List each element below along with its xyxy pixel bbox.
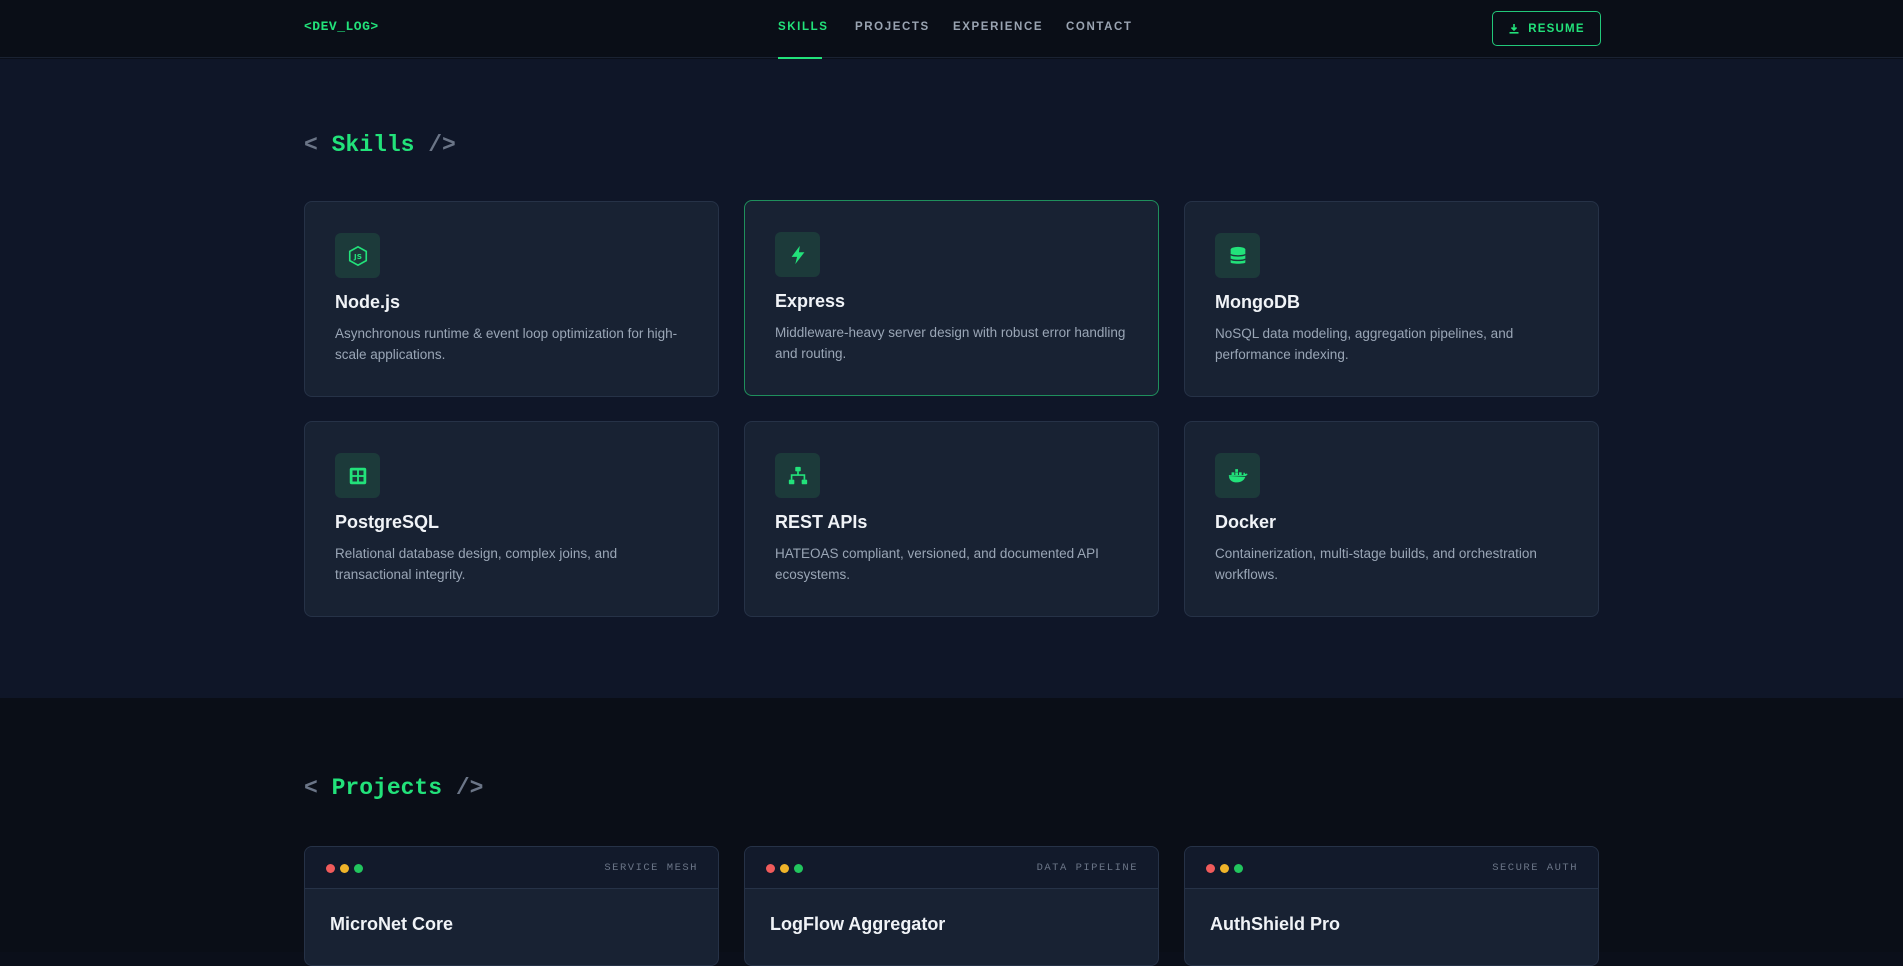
skill-description: Middleware-heavy server design with robu… [775, 325, 1126, 361]
project-name: MicroNet Core [330, 914, 454, 934]
nodejs-icon: JS [335, 233, 380, 278]
window-title-bar: DATA PIPELINE [745, 847, 1158, 889]
skill-description: Asynchronous runtime & event loop optimi… [335, 326, 678, 362]
skill-description: NoSQL data modeling, aggregation pipelin… [1215, 326, 1514, 362]
skills-section: < Skills /> JS Node.js Asynchronous runt… [0, 59, 1903, 698]
projects-title-word: Projects [331, 775, 443, 801]
skill-card-mongodb[interactable]: MongoDB NoSQL data modeling, aggregation… [1184, 201, 1599, 397]
project-name: AuthShield Pro [1210, 914, 1340, 934]
nav-link-experience[interactable]: EXPERIENCE [953, 21, 1043, 33]
project-tag: DATA PIPELINE [1036, 862, 1138, 874]
nav-link-contact[interactable]: CONTACT [1066, 21, 1133, 33]
skills-title-word: Skills [331, 132, 415, 158]
window-dot-yellow [1220, 864, 1229, 873]
svg-text:JS: JS [352, 252, 361, 261]
window-dot-red [326, 864, 335, 873]
network-icon [775, 453, 820, 498]
skill-description: Containerization, multi-stage builds, an… [1215, 546, 1537, 582]
top-navbar: <DEV_LOG> SKILLS PROJECTS EXPERIENCE CON… [0, 0, 1903, 59]
project-card-micronet[interactable]: SERVICE MESH MicroNet Core [304, 846, 719, 966]
skill-name: REST APIs [775, 512, 868, 532]
window-title-bar: SERVICE MESH [305, 847, 718, 889]
window-dot-red [1206, 864, 1215, 873]
window-dot-yellow [780, 864, 789, 873]
docker-icon [1215, 453, 1260, 498]
window-title-bar: SECURE AUTH [1185, 847, 1598, 889]
nav-link-skills[interactable]: SKILLS [778, 21, 829, 33]
skill-name: Docker [1215, 512, 1277, 532]
window-dot-green [794, 864, 803, 873]
skill-description: HATEOAS compliant, versioned, and docume… [775, 546, 1099, 582]
resume-label: RESUME [1528, 22, 1585, 35]
download-icon [1509, 23, 1519, 34]
window-dot-red [766, 864, 775, 873]
skill-card-docker[interactable]: Docker Containerization, multi-stage bui… [1184, 421, 1599, 617]
skill-description: Relational database design, complex join… [335, 546, 618, 582]
skills-title: < Skills /> [304, 132, 456, 158]
nav-link-projects[interactable]: PROJECTS [855, 21, 930, 33]
project-card-authshield[interactable]: SECURE AUTH AuthShield Pro [1184, 846, 1599, 966]
project-tag: SERVICE MESH [604, 862, 698, 874]
window-dot-green [1234, 864, 1243, 873]
skill-name: Node.js [335, 292, 401, 312]
resume-button[interactable]: RESUME [1492, 11, 1601, 46]
skill-name: PostgreSQL [335, 512, 440, 532]
skill-card-express[interactable]: Express Middleware-heavy server design w… [744, 200, 1159, 396]
projects-section: < Projects /> SERVICE MESH MicroNet Core… [0, 698, 1903, 966]
skill-name: Express [775, 291, 846, 311]
skill-name: MongoDB [1215, 292, 1300, 312]
database-icon [1215, 233, 1260, 278]
window-dot-green [354, 864, 363, 873]
skill-card-postgresql[interactable]: PostgreSQL Relational database design, c… [304, 421, 719, 617]
table-icon [335, 453, 380, 498]
skill-card-nodejs[interactable]: JS Node.js Asynchronous runtime & event … [304, 201, 719, 397]
skill-card-rest-apis[interactable]: REST APIs HATEOAS compliant, versioned, … [744, 421, 1159, 617]
project-tag: SECURE AUTH [1492, 862, 1578, 874]
project-card-logflow[interactable]: DATA PIPELINE LogFlow Aggregator [744, 846, 1159, 966]
bolt-icon [775, 232, 820, 277]
projects-title: < Projects /> [304, 775, 484, 801]
window-dot-yellow [340, 864, 349, 873]
project-name: LogFlow Aggregator [770, 914, 946, 934]
nav-links: SKILLS PROJECTS EXPERIENCE CONTACT [0, 0, 1903, 59]
